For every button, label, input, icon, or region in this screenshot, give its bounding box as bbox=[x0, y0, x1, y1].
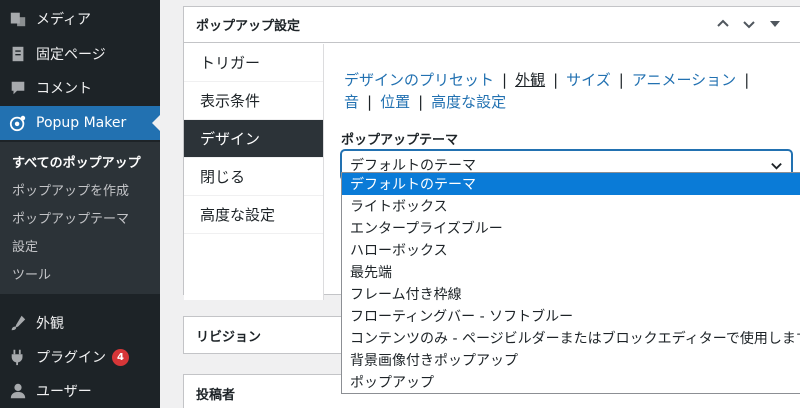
theme-option[interactable]: コンテンツのみ - ページビルダーまたはブロックエディターで使用します bbox=[342, 327, 800, 349]
menu-item-label: 外観 bbox=[36, 316, 64, 332]
popup-settings-header: ポップアップ設定 bbox=[184, 7, 800, 43]
menu-item-label: 固定ページ bbox=[36, 47, 106, 63]
menu-item-label: Popup Maker bbox=[36, 115, 127, 131]
author-title: 投稿者 bbox=[196, 387, 236, 403]
appearance-icon bbox=[0, 314, 36, 332]
submenu-settings[interactable]: 設定 bbox=[12, 236, 38, 255]
subtab-animation[interactable]: アニメーション bbox=[632, 71, 736, 89]
admin-sidebar: メディア 固定ページ コメント Popup Maker すべてのポップアップ ポ… bbox=[0, 0, 160, 408]
theme-option[interactable]: 背景画像付きポップアップ bbox=[342, 349, 800, 371]
theme-option[interactable]: フローティングバー - ソフトブルー bbox=[342, 305, 800, 327]
subtab-separator: | bbox=[502, 71, 508, 89]
subtab-separator: | bbox=[553, 71, 559, 89]
menu-item-pages[interactable]: 固定ページ bbox=[0, 37, 160, 71]
menu-item-plugins[interactable]: プラグイン 4 bbox=[0, 340, 160, 374]
popup-maker-submenu: すべてのポップアップ ポップアップを作成 ポップアップテーマ 設定 ツール bbox=[0, 142, 160, 294]
toggle-panel-icon[interactable] bbox=[768, 17, 782, 35]
menu-item-label: ユーザー bbox=[36, 384, 92, 400]
tab-advanced[interactable]: 高度な設定 bbox=[184, 196, 323, 234]
subtab-separator: | bbox=[744, 71, 750, 89]
popup-settings-title: ポップアップ設定 bbox=[196, 19, 301, 34]
tab-targeting[interactable]: 表示条件 bbox=[184, 82, 323, 120]
menu-item-label: メディア bbox=[36, 12, 92, 28]
popup-theme-label: ポップアップテーマ bbox=[341, 133, 459, 148]
menu-item-comments[interactable]: コメント bbox=[0, 71, 160, 105]
subtab-advanced[interactable]: 高度な設定 bbox=[431, 93, 506, 111]
design-subtabs: デザインのプリセット | 外観 | サイズ | アニメーション | 音 | 位置 | 高度な設定 bbox=[344, 69, 784, 113]
subtab-size[interactable]: サイズ bbox=[566, 71, 611, 89]
theme-option[interactable]: フレーム付き枠線 bbox=[342, 283, 800, 305]
tab-design[interactable]: デザイン bbox=[184, 120, 323, 158]
plugins-icon bbox=[0, 348, 36, 366]
move-up-icon[interactable] bbox=[716, 17, 730, 35]
media-icon bbox=[0, 10, 36, 28]
theme-option[interactable]: ハローボックス bbox=[342, 239, 800, 261]
tab-triggers[interactable]: トリガー bbox=[184, 44, 323, 82]
plugins-update-badge: 4 bbox=[112, 348, 129, 366]
comments-icon bbox=[0, 79, 36, 97]
theme-option[interactable]: デフォルトのテーマ bbox=[342, 173, 800, 195]
move-down-icon[interactable] bbox=[742, 17, 756, 35]
subtab-preset[interactable]: デザインのプリセット bbox=[344, 71, 494, 89]
submenu-all-popups[interactable]: すべてのポップアップ bbox=[12, 152, 141, 171]
subtab-sound[interactable]: 音 bbox=[344, 93, 359, 111]
subtab-position[interactable]: 位置 bbox=[380, 93, 410, 111]
menu-item-label: コメント bbox=[36, 81, 92, 97]
popup-maker-icon bbox=[0, 114, 36, 132]
theme-option[interactable]: エンタープライズブルー bbox=[342, 217, 800, 239]
theme-option[interactable]: ポップアップ bbox=[342, 371, 800, 393]
revisions-title: リビジョン bbox=[196, 329, 262, 345]
popup-theme-dropdown: デフォルトのテーマ ライトボックス エンタープライズブルー ハローボックス 最先… bbox=[341, 172, 800, 394]
menu-item-users[interactable]: ユーザー bbox=[0, 374, 160, 408]
theme-option[interactable]: 最先端 bbox=[342, 261, 800, 283]
menu-item-media[interactable]: メディア bbox=[0, 2, 160, 36]
subtab-separator: | bbox=[618, 71, 624, 89]
settings-tabs: トリガー 表示条件 デザイン 閉じる 高度な設定 bbox=[184, 44, 324, 300]
submenu-tools[interactable]: ツール bbox=[12, 264, 51, 283]
menu-item-popup-maker[interactable]: Popup Maker bbox=[0, 106, 160, 140]
menu-item-appearance[interactable]: 外観 bbox=[0, 306, 160, 340]
pages-icon bbox=[0, 45, 36, 63]
subtab-appearance[interactable]: 外観 bbox=[515, 71, 545, 89]
subtab-separator: | bbox=[418, 93, 424, 111]
chevron-down-icon bbox=[771, 162, 782, 170]
menu-item-label: プラグイン bbox=[36, 350, 106, 366]
subtab-separator: | bbox=[367, 93, 373, 111]
tab-close[interactable]: 閉じる bbox=[184, 158, 323, 196]
box-handle-buttons bbox=[716, 17, 782, 35]
users-icon bbox=[0, 382, 36, 400]
theme-option[interactable]: ライトボックス bbox=[342, 195, 800, 217]
submenu-create-popup[interactable]: ポップアップを作成 bbox=[12, 180, 129, 199]
submenu-popup-themes[interactable]: ポップアップテーマ bbox=[12, 208, 129, 227]
